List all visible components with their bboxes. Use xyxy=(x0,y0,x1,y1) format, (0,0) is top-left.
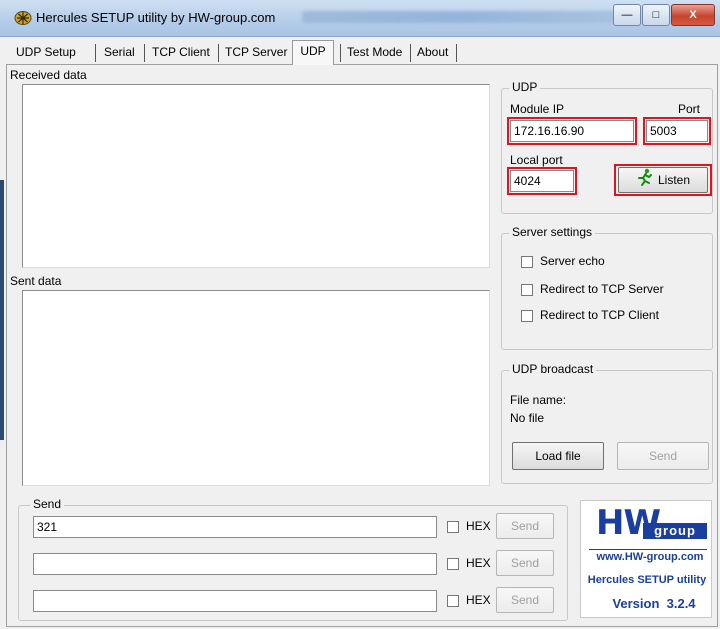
hex-label-3: HEX xyxy=(466,593,491,607)
tab-tcp-client[interactable]: TCP Client xyxy=(148,42,214,62)
server-settings-title: Server settings xyxy=(509,225,596,239)
sent-data-area[interactable] xyxy=(22,290,490,486)
tab-udp[interactable]: UDP xyxy=(292,40,334,65)
hercules-app-icon xyxy=(14,10,32,26)
tab-serial[interactable]: Serial xyxy=(100,42,139,62)
listen-label: Listen xyxy=(657,173,691,188)
send-group-title: Send xyxy=(30,497,65,511)
logo-divider xyxy=(589,549,707,550)
redirect-tcp-server-label: Redirect to TCP Server xyxy=(540,282,664,296)
window-title: Hercules SETUP utility by HW-group.com xyxy=(36,10,276,25)
local-port-label: Local port xyxy=(510,153,563,167)
send-button-2[interactable]: Send xyxy=(496,550,554,576)
maximize-button[interactable]: □ xyxy=(642,4,670,26)
send-field-1[interactable]: 321 xyxy=(33,516,437,538)
tab-about[interactable]: About xyxy=(413,42,452,62)
hex-checkbox-2[interactable] xyxy=(447,558,459,570)
tab-separator xyxy=(410,44,411,62)
listen-button[interactable]: Listen xyxy=(618,167,708,193)
redirect-tcp-server-checkbox[interactable] xyxy=(521,284,533,296)
send-field-2[interactable] xyxy=(33,553,437,575)
received-data-label: Received data xyxy=(10,68,87,82)
hex-checkbox-1[interactable] xyxy=(447,521,459,533)
broadcast-send-button[interactable]: Send xyxy=(617,442,709,470)
module-ip-field[interactable]: 172.16.16.90 xyxy=(510,120,634,142)
hw-logo-group: group xyxy=(643,523,707,539)
file-name-value: No file xyxy=(510,411,545,425)
tab-udp-setup[interactable]: UDP Setup xyxy=(12,42,80,62)
hex-label-1: HEX xyxy=(466,519,491,533)
port-label: Port xyxy=(678,102,701,116)
running-man-icon xyxy=(636,168,654,194)
send-button-3[interactable]: Send xyxy=(496,587,554,613)
redirect-tcp-client-label: Redirect to TCP Client xyxy=(540,308,659,322)
tab-tcp-server[interactable]: TCP Server xyxy=(221,42,291,62)
hw-logo-url: www.HW-group.com xyxy=(596,551,704,563)
port-field[interactable]: 5003 xyxy=(646,120,708,142)
send-button-1[interactable]: Send xyxy=(496,513,554,539)
file-name-label: File name: xyxy=(510,393,567,407)
tab-test-mode[interactable]: Test Mode xyxy=(343,42,406,62)
local-port-field[interactable]: 4024 xyxy=(510,170,574,192)
minimize-button[interactable]: — xyxy=(613,4,641,26)
tab-separator xyxy=(340,44,341,62)
server-echo-label: Server echo xyxy=(540,254,605,268)
received-data-area[interactable] xyxy=(22,84,490,268)
window-edge-strip xyxy=(0,180,4,440)
load-file-button[interactable]: Load file xyxy=(512,442,604,470)
redirect-tcp-client-checkbox[interactable] xyxy=(521,310,533,322)
close-button[interactable]: X xyxy=(671,4,715,26)
udp-broadcast-title: UDP broadcast xyxy=(509,362,597,376)
send-field-3[interactable] xyxy=(33,590,437,612)
server-echo-checkbox[interactable] xyxy=(521,256,533,268)
module-ip-label: Module IP xyxy=(510,102,565,116)
tab-separator xyxy=(95,44,96,62)
tab-separator xyxy=(456,44,457,62)
hex-label-2: HEX xyxy=(466,556,491,570)
tab-separator xyxy=(144,44,145,62)
udp-group-title: UDP xyxy=(509,80,541,94)
hw-logo-product: Hercules SETUP utility xyxy=(587,574,707,586)
hw-logo-version: Version 3.2.4 xyxy=(612,596,696,611)
tab-separator xyxy=(218,44,219,62)
sent-data-label: Sent data xyxy=(10,274,62,288)
hex-checkbox-3[interactable] xyxy=(447,595,459,607)
blurred-title-region xyxy=(302,11,622,23)
